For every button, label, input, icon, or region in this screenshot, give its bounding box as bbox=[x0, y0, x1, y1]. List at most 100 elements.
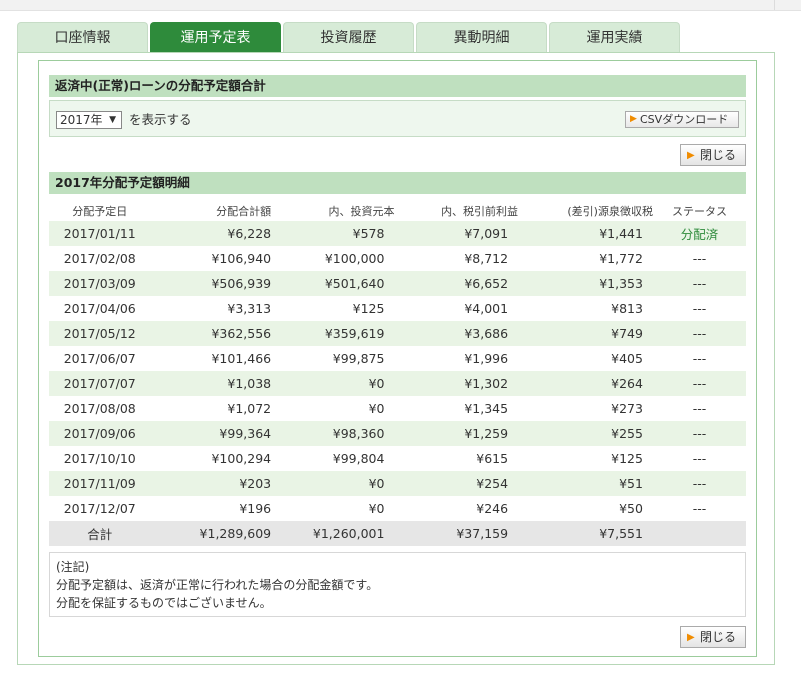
csv-download-button[interactable]: ▶ CSVダウンロード bbox=[625, 111, 739, 128]
table-cell: ¥4,001 bbox=[394, 296, 519, 321]
table-cell: ¥506,939 bbox=[150, 271, 272, 296]
table-cell: ¥98,360 bbox=[271, 421, 395, 446]
total-cell: ¥37,159 bbox=[394, 521, 519, 546]
table-cell: 2017/02/08 bbox=[49, 246, 151, 271]
notes-box: (注記) 分配予定額は、返済が正常に行われた場合の分配金額です。 分配を保証する… bbox=[49, 552, 746, 617]
column-header: 内、投資元本 bbox=[271, 201, 395, 221]
column-header: 分配合計額 bbox=[150, 201, 272, 221]
table-cell: 2017/03/09 bbox=[49, 271, 151, 296]
table-cell: ¥1,038 bbox=[150, 371, 272, 396]
table-cell: --- bbox=[652, 371, 746, 396]
table-cell: --- bbox=[652, 496, 746, 521]
table-row: 2017/02/08 ¥106,940 ¥100,000 ¥8,712 ¥1,772 --… bbox=[49, 246, 746, 271]
table-cell: ¥100,000 bbox=[271, 246, 395, 271]
table-cell: ¥501,640 bbox=[271, 271, 395, 296]
table-cell: ¥0 bbox=[271, 396, 395, 421]
table-cell: ¥359,619 bbox=[271, 321, 395, 346]
table-cell: 2017/07/07 bbox=[49, 371, 151, 396]
table-cell: ¥6,652 bbox=[394, 271, 519, 296]
table-cell: ¥1,996 bbox=[394, 346, 519, 371]
table-row: 2017/01/11 ¥6,228 ¥578 ¥7,091 ¥1,441 分配済 bbox=[49, 221, 746, 246]
total-cell: ¥7,551 bbox=[518, 521, 653, 546]
table-cell: 2017/08/08 bbox=[49, 396, 151, 421]
table-cell: 2017/05/12 bbox=[49, 321, 151, 346]
table-cell: 2017/11/09 bbox=[49, 471, 151, 496]
table-cell: --- bbox=[652, 421, 746, 446]
table-cell: ¥813 bbox=[518, 296, 653, 321]
close-label: 閉じる bbox=[700, 148, 737, 162]
table-cell: --- bbox=[652, 296, 746, 321]
table-cell: 2017/01/11 bbox=[49, 221, 151, 246]
year-selector-row: 2017年 ▼ を表示する ▶ CSVダウンロード bbox=[49, 100, 746, 137]
table-cell: ¥203 bbox=[150, 471, 272, 496]
total-cell: ¥1,289,609 bbox=[150, 521, 272, 546]
year-select[interactable]: 2017年 ▼ bbox=[56, 111, 122, 129]
notes-line: 分配を保証するものではございません。 bbox=[56, 596, 272, 610]
table-cell: ¥1,259 bbox=[394, 421, 519, 446]
table-row: 2017/10/10 ¥100,294 ¥99,804 ¥615 ¥125 --- bbox=[49, 446, 746, 471]
table-cell: --- bbox=[652, 246, 746, 271]
table-cell: --- bbox=[652, 346, 746, 371]
close-button-top[interactable]: ▶ 閉じる bbox=[680, 144, 746, 166]
column-header: 分配予定日 bbox=[49, 201, 151, 221]
detail-title: 2017年分配予定額明細 bbox=[49, 172, 746, 194]
table-cell: 2017/06/07 bbox=[49, 346, 151, 371]
table-cell: ¥0 bbox=[271, 471, 395, 496]
table-row: 2017/11/09 ¥203 ¥0 ¥254 ¥51 --- bbox=[49, 471, 746, 496]
table-cell: ¥255 bbox=[518, 421, 653, 446]
table-cell: ¥99,364 bbox=[150, 421, 272, 446]
tab-transaction-details[interactable]: 異動明細 bbox=[416, 22, 547, 53]
table-cell: ¥273 bbox=[518, 396, 653, 421]
total-cell bbox=[652, 521, 746, 546]
close-button-bottom[interactable]: ▶ 閉じる bbox=[680, 626, 746, 648]
table-cell: ¥254 bbox=[394, 471, 519, 496]
table-cell: --- bbox=[652, 396, 746, 421]
table-cell: ¥8,712 bbox=[394, 246, 519, 271]
table-cell: ¥125 bbox=[518, 446, 653, 471]
table-row: 2017/12/07 ¥196 ¥0 ¥246 ¥50 --- bbox=[49, 496, 746, 521]
tab-account-info[interactable]: 口座情報 bbox=[17, 22, 148, 53]
table-cell: 分配済 bbox=[652, 221, 746, 246]
table-cell: ¥749 bbox=[518, 321, 653, 346]
table-cell: ¥405 bbox=[518, 346, 653, 371]
table-cell: --- bbox=[652, 446, 746, 471]
table-cell: 2017/12/07 bbox=[49, 496, 151, 521]
table-cell: ¥264 bbox=[518, 371, 653, 396]
total-cell: ¥1,260,001 bbox=[271, 521, 395, 546]
table-cell: ¥3,313 bbox=[150, 296, 272, 321]
table-cell: ¥1,441 bbox=[518, 221, 653, 246]
table-cell: --- bbox=[652, 321, 746, 346]
table-row: 2017/04/06 ¥3,313 ¥125 ¥4,001 ¥813 --- bbox=[49, 296, 746, 321]
column-header: (差引)源泉徴収税 bbox=[518, 201, 653, 221]
table-cell: ¥1,345 bbox=[394, 396, 519, 421]
column-header: ステータス bbox=[652, 201, 746, 221]
main-panel: 返済中(正常)ローンの分配予定額合計 2017年 ▼ を表示する ▶ CSVダウ… bbox=[17, 52, 775, 665]
total-cell: 合計 bbox=[49, 521, 151, 546]
table-cell: ¥0 bbox=[271, 371, 395, 396]
notes-line: 分配予定額は、返済が正常に行われた場合の分配金額です。 bbox=[56, 578, 379, 592]
table-cell: ¥6,228 bbox=[150, 221, 272, 246]
table-cell: --- bbox=[652, 471, 746, 496]
table-row: 2017/07/07 ¥1,038 ¥0 ¥1,302 ¥264 --- bbox=[49, 371, 746, 396]
table-row: 2017/05/12 ¥362,556 ¥359,619 ¥3,686 ¥749 --- bbox=[49, 321, 746, 346]
summary-title: 返済中(正常)ローンの分配予定額合計 bbox=[49, 75, 746, 97]
table-cell: ¥100,294 bbox=[150, 446, 272, 471]
top-bar-divider bbox=[774, 0, 775, 10]
table-cell: ¥362,556 bbox=[150, 321, 272, 346]
table-cell: --- bbox=[652, 271, 746, 296]
table-cell: 2017/09/06 bbox=[49, 421, 151, 446]
play-icon: ▶ bbox=[687, 632, 695, 643]
table-cell: ¥50 bbox=[518, 496, 653, 521]
tab-performance[interactable]: 運用実績 bbox=[549, 22, 680, 53]
table-row: 2017/03/09 ¥506,939 ¥501,640 ¥6,652 ¥1,353 --… bbox=[49, 271, 746, 296]
table-cell: ¥615 bbox=[394, 446, 519, 471]
table-header-row: 分配予定日 分配合計額 内、投資元本 内、税引前利益 (差引)源泉徴収税 ステー… bbox=[49, 201, 746, 221]
play-icon: ▶ bbox=[630, 114, 637, 124]
table-cell: ¥7,091 bbox=[394, 221, 519, 246]
caret-down-icon: ▼ bbox=[109, 115, 116, 125]
table-row: 2017/06/07 ¥101,466 ¥99,875 ¥1,996 ¥405 --- bbox=[49, 346, 746, 371]
tab-schedule[interactable]: 運用予定表 bbox=[150, 22, 281, 53]
year-select-value: 2017年 bbox=[60, 113, 103, 127]
column-header: 内、税引前利益 bbox=[394, 201, 519, 221]
tab-investment-history[interactable]: 投資履歴 bbox=[283, 22, 414, 53]
